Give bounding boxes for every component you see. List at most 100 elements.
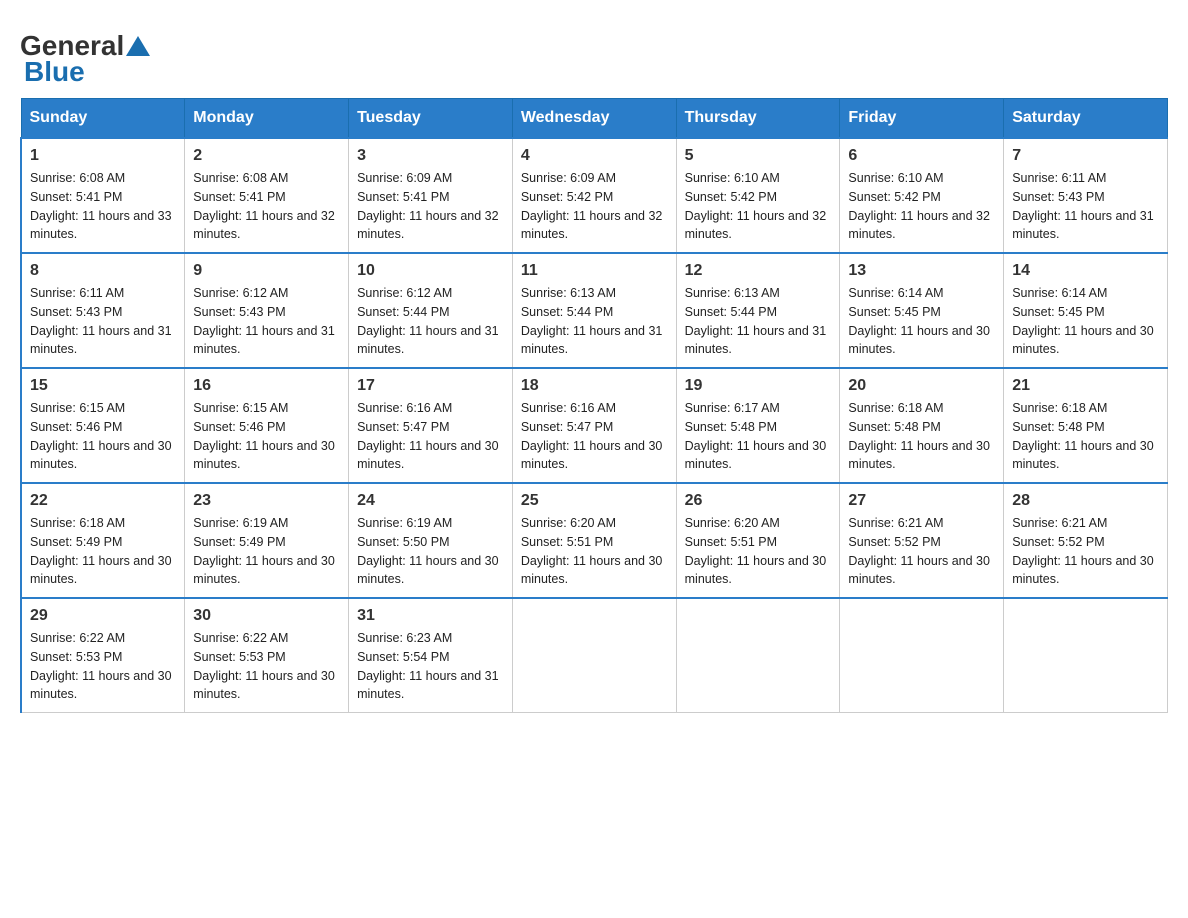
calendar-cell: 11 Sunrise: 6:13 AM Sunset: 5:44 PM Dayl… [512, 253, 676, 368]
calendar-cell: 29 Sunrise: 6:22 AM Sunset: 5:53 PM Dayl… [21, 598, 185, 713]
day-info: Sunrise: 6:09 AM Sunset: 5:42 PM Dayligh… [521, 169, 668, 244]
logo: General Blue [20, 20, 152, 88]
day-info: Sunrise: 6:13 AM Sunset: 5:44 PM Dayligh… [521, 284, 668, 359]
day-info: Sunrise: 6:23 AM Sunset: 5:54 PM Dayligh… [357, 629, 504, 704]
day-info: Sunrise: 6:11 AM Sunset: 5:43 PM Dayligh… [30, 284, 176, 359]
calendar-cell: 16 Sunrise: 6:15 AM Sunset: 5:46 PM Dayl… [185, 368, 349, 483]
day-number: 31 [357, 607, 504, 625]
weekday-header-row: SundayMondayTuesdayWednesdayThursdayFrid… [21, 99, 1168, 139]
calendar-cell: 6 Sunrise: 6:10 AM Sunset: 5:42 PM Dayli… [840, 138, 1004, 253]
day-info: Sunrise: 6:10 AM Sunset: 5:42 PM Dayligh… [848, 169, 995, 244]
weekday-header-saturday: Saturday [1004, 99, 1168, 139]
calendar-cell: 20 Sunrise: 6:18 AM Sunset: 5:48 PM Dayl… [840, 368, 1004, 483]
day-number: 7 [1012, 147, 1159, 165]
day-info: Sunrise: 6:15 AM Sunset: 5:46 PM Dayligh… [30, 399, 176, 474]
day-info: Sunrise: 6:10 AM Sunset: 5:42 PM Dayligh… [685, 169, 832, 244]
calendar-cell: 5 Sunrise: 6:10 AM Sunset: 5:42 PM Dayli… [676, 138, 840, 253]
day-number: 2 [193, 147, 340, 165]
calendar-week-row: 22 Sunrise: 6:18 AM Sunset: 5:49 PM Dayl… [21, 483, 1168, 598]
day-number: 3 [357, 147, 504, 165]
day-number: 10 [357, 262, 504, 280]
day-number: 24 [357, 492, 504, 510]
calendar-week-row: 29 Sunrise: 6:22 AM Sunset: 5:53 PM Dayl… [21, 598, 1168, 713]
calendar-cell: 1 Sunrise: 6:08 AM Sunset: 5:41 PM Dayli… [21, 138, 185, 253]
calendar-cell [1004, 598, 1168, 713]
day-number: 26 [685, 492, 832, 510]
calendar-cell: 10 Sunrise: 6:12 AM Sunset: 5:44 PM Dayl… [349, 253, 513, 368]
calendar-cell: 15 Sunrise: 6:15 AM Sunset: 5:46 PM Dayl… [21, 368, 185, 483]
weekday-header-sunday: Sunday [21, 99, 185, 139]
calendar-cell: 31 Sunrise: 6:23 AM Sunset: 5:54 PM Dayl… [349, 598, 513, 713]
day-number: 9 [193, 262, 340, 280]
day-info: Sunrise: 6:08 AM Sunset: 5:41 PM Dayligh… [193, 169, 340, 244]
calendar-week-row: 15 Sunrise: 6:15 AM Sunset: 5:46 PM Dayl… [21, 368, 1168, 483]
day-number: 12 [685, 262, 832, 280]
day-number: 27 [848, 492, 995, 510]
day-number: 15 [30, 377, 176, 395]
calendar-cell: 27 Sunrise: 6:21 AM Sunset: 5:52 PM Dayl… [840, 483, 1004, 598]
weekday-header-tuesday: Tuesday [349, 99, 513, 139]
weekday-header-thursday: Thursday [676, 99, 840, 139]
calendar-week-row: 8 Sunrise: 6:11 AM Sunset: 5:43 PM Dayli… [21, 253, 1168, 368]
day-info: Sunrise: 6:11 AM Sunset: 5:43 PM Dayligh… [1012, 169, 1159, 244]
day-info: Sunrise: 6:12 AM Sunset: 5:43 PM Dayligh… [193, 284, 340, 359]
day-info: Sunrise: 6:20 AM Sunset: 5:51 PM Dayligh… [685, 514, 832, 589]
day-number: 4 [521, 147, 668, 165]
calendar-cell: 30 Sunrise: 6:22 AM Sunset: 5:53 PM Dayl… [185, 598, 349, 713]
logo-triangle-icon [126, 36, 150, 56]
day-info: Sunrise: 6:14 AM Sunset: 5:45 PM Dayligh… [848, 284, 995, 359]
day-number: 11 [521, 262, 668, 280]
calendar-cell: 17 Sunrise: 6:16 AM Sunset: 5:47 PM Dayl… [349, 368, 513, 483]
day-info: Sunrise: 6:18 AM Sunset: 5:48 PM Dayligh… [1012, 399, 1159, 474]
day-number: 30 [193, 607, 340, 625]
day-number: 6 [848, 147, 995, 165]
day-number: 21 [1012, 377, 1159, 395]
day-info: Sunrise: 6:09 AM Sunset: 5:41 PM Dayligh… [357, 169, 504, 244]
day-info: Sunrise: 6:08 AM Sunset: 5:41 PM Dayligh… [30, 169, 176, 244]
day-number: 13 [848, 262, 995, 280]
day-number: 19 [685, 377, 832, 395]
calendar-cell: 8 Sunrise: 6:11 AM Sunset: 5:43 PM Dayli… [21, 253, 185, 368]
day-number: 14 [1012, 262, 1159, 280]
day-info: Sunrise: 6:12 AM Sunset: 5:44 PM Dayligh… [357, 284, 504, 359]
day-info: Sunrise: 6:16 AM Sunset: 5:47 PM Dayligh… [357, 399, 504, 474]
calendar-cell: 2 Sunrise: 6:08 AM Sunset: 5:41 PM Dayli… [185, 138, 349, 253]
calendar-cell: 21 Sunrise: 6:18 AM Sunset: 5:48 PM Dayl… [1004, 368, 1168, 483]
calendar-cell: 19 Sunrise: 6:17 AM Sunset: 5:48 PM Dayl… [676, 368, 840, 483]
calendar-cell: 23 Sunrise: 6:19 AM Sunset: 5:49 PM Dayl… [185, 483, 349, 598]
calendar-cell: 14 Sunrise: 6:14 AM Sunset: 5:45 PM Dayl… [1004, 253, 1168, 368]
calendar-cell: 25 Sunrise: 6:20 AM Sunset: 5:51 PM Dayl… [512, 483, 676, 598]
weekday-header-friday: Friday [840, 99, 1004, 139]
day-number: 18 [521, 377, 668, 395]
day-info: Sunrise: 6:15 AM Sunset: 5:46 PM Dayligh… [193, 399, 340, 474]
page-header: General Blue [20, 20, 1168, 88]
weekday-header-monday: Monday [185, 99, 349, 139]
calendar-cell: 24 Sunrise: 6:19 AM Sunset: 5:50 PM Dayl… [349, 483, 513, 598]
day-number: 29 [30, 607, 176, 625]
day-info: Sunrise: 6:21 AM Sunset: 5:52 PM Dayligh… [1012, 514, 1159, 589]
calendar-week-row: 1 Sunrise: 6:08 AM Sunset: 5:41 PM Dayli… [21, 138, 1168, 253]
day-number: 5 [685, 147, 832, 165]
logo-blue-text: Blue [20, 56, 85, 88]
calendar-cell: 4 Sunrise: 6:09 AM Sunset: 5:42 PM Dayli… [512, 138, 676, 253]
day-info: Sunrise: 6:21 AM Sunset: 5:52 PM Dayligh… [848, 514, 995, 589]
calendar-cell: 12 Sunrise: 6:13 AM Sunset: 5:44 PM Dayl… [676, 253, 840, 368]
calendar-cell: 22 Sunrise: 6:18 AM Sunset: 5:49 PM Dayl… [21, 483, 185, 598]
day-info: Sunrise: 6:16 AM Sunset: 5:47 PM Dayligh… [521, 399, 668, 474]
calendar-cell [512, 598, 676, 713]
calendar-cell: 7 Sunrise: 6:11 AM Sunset: 5:43 PM Dayli… [1004, 138, 1168, 253]
day-number: 8 [30, 262, 176, 280]
day-number: 1 [30, 147, 176, 165]
day-number: 28 [1012, 492, 1159, 510]
calendar-cell [840, 598, 1004, 713]
day-number: 20 [848, 377, 995, 395]
day-number: 25 [521, 492, 668, 510]
day-info: Sunrise: 6:18 AM Sunset: 5:49 PM Dayligh… [30, 514, 176, 589]
day-number: 22 [30, 492, 176, 510]
day-info: Sunrise: 6:19 AM Sunset: 5:50 PM Dayligh… [357, 514, 504, 589]
calendar-cell: 18 Sunrise: 6:16 AM Sunset: 5:47 PM Dayl… [512, 368, 676, 483]
calendar-cell [676, 598, 840, 713]
day-info: Sunrise: 6:18 AM Sunset: 5:48 PM Dayligh… [848, 399, 995, 474]
day-info: Sunrise: 6:17 AM Sunset: 5:48 PM Dayligh… [685, 399, 832, 474]
day-number: 17 [357, 377, 504, 395]
